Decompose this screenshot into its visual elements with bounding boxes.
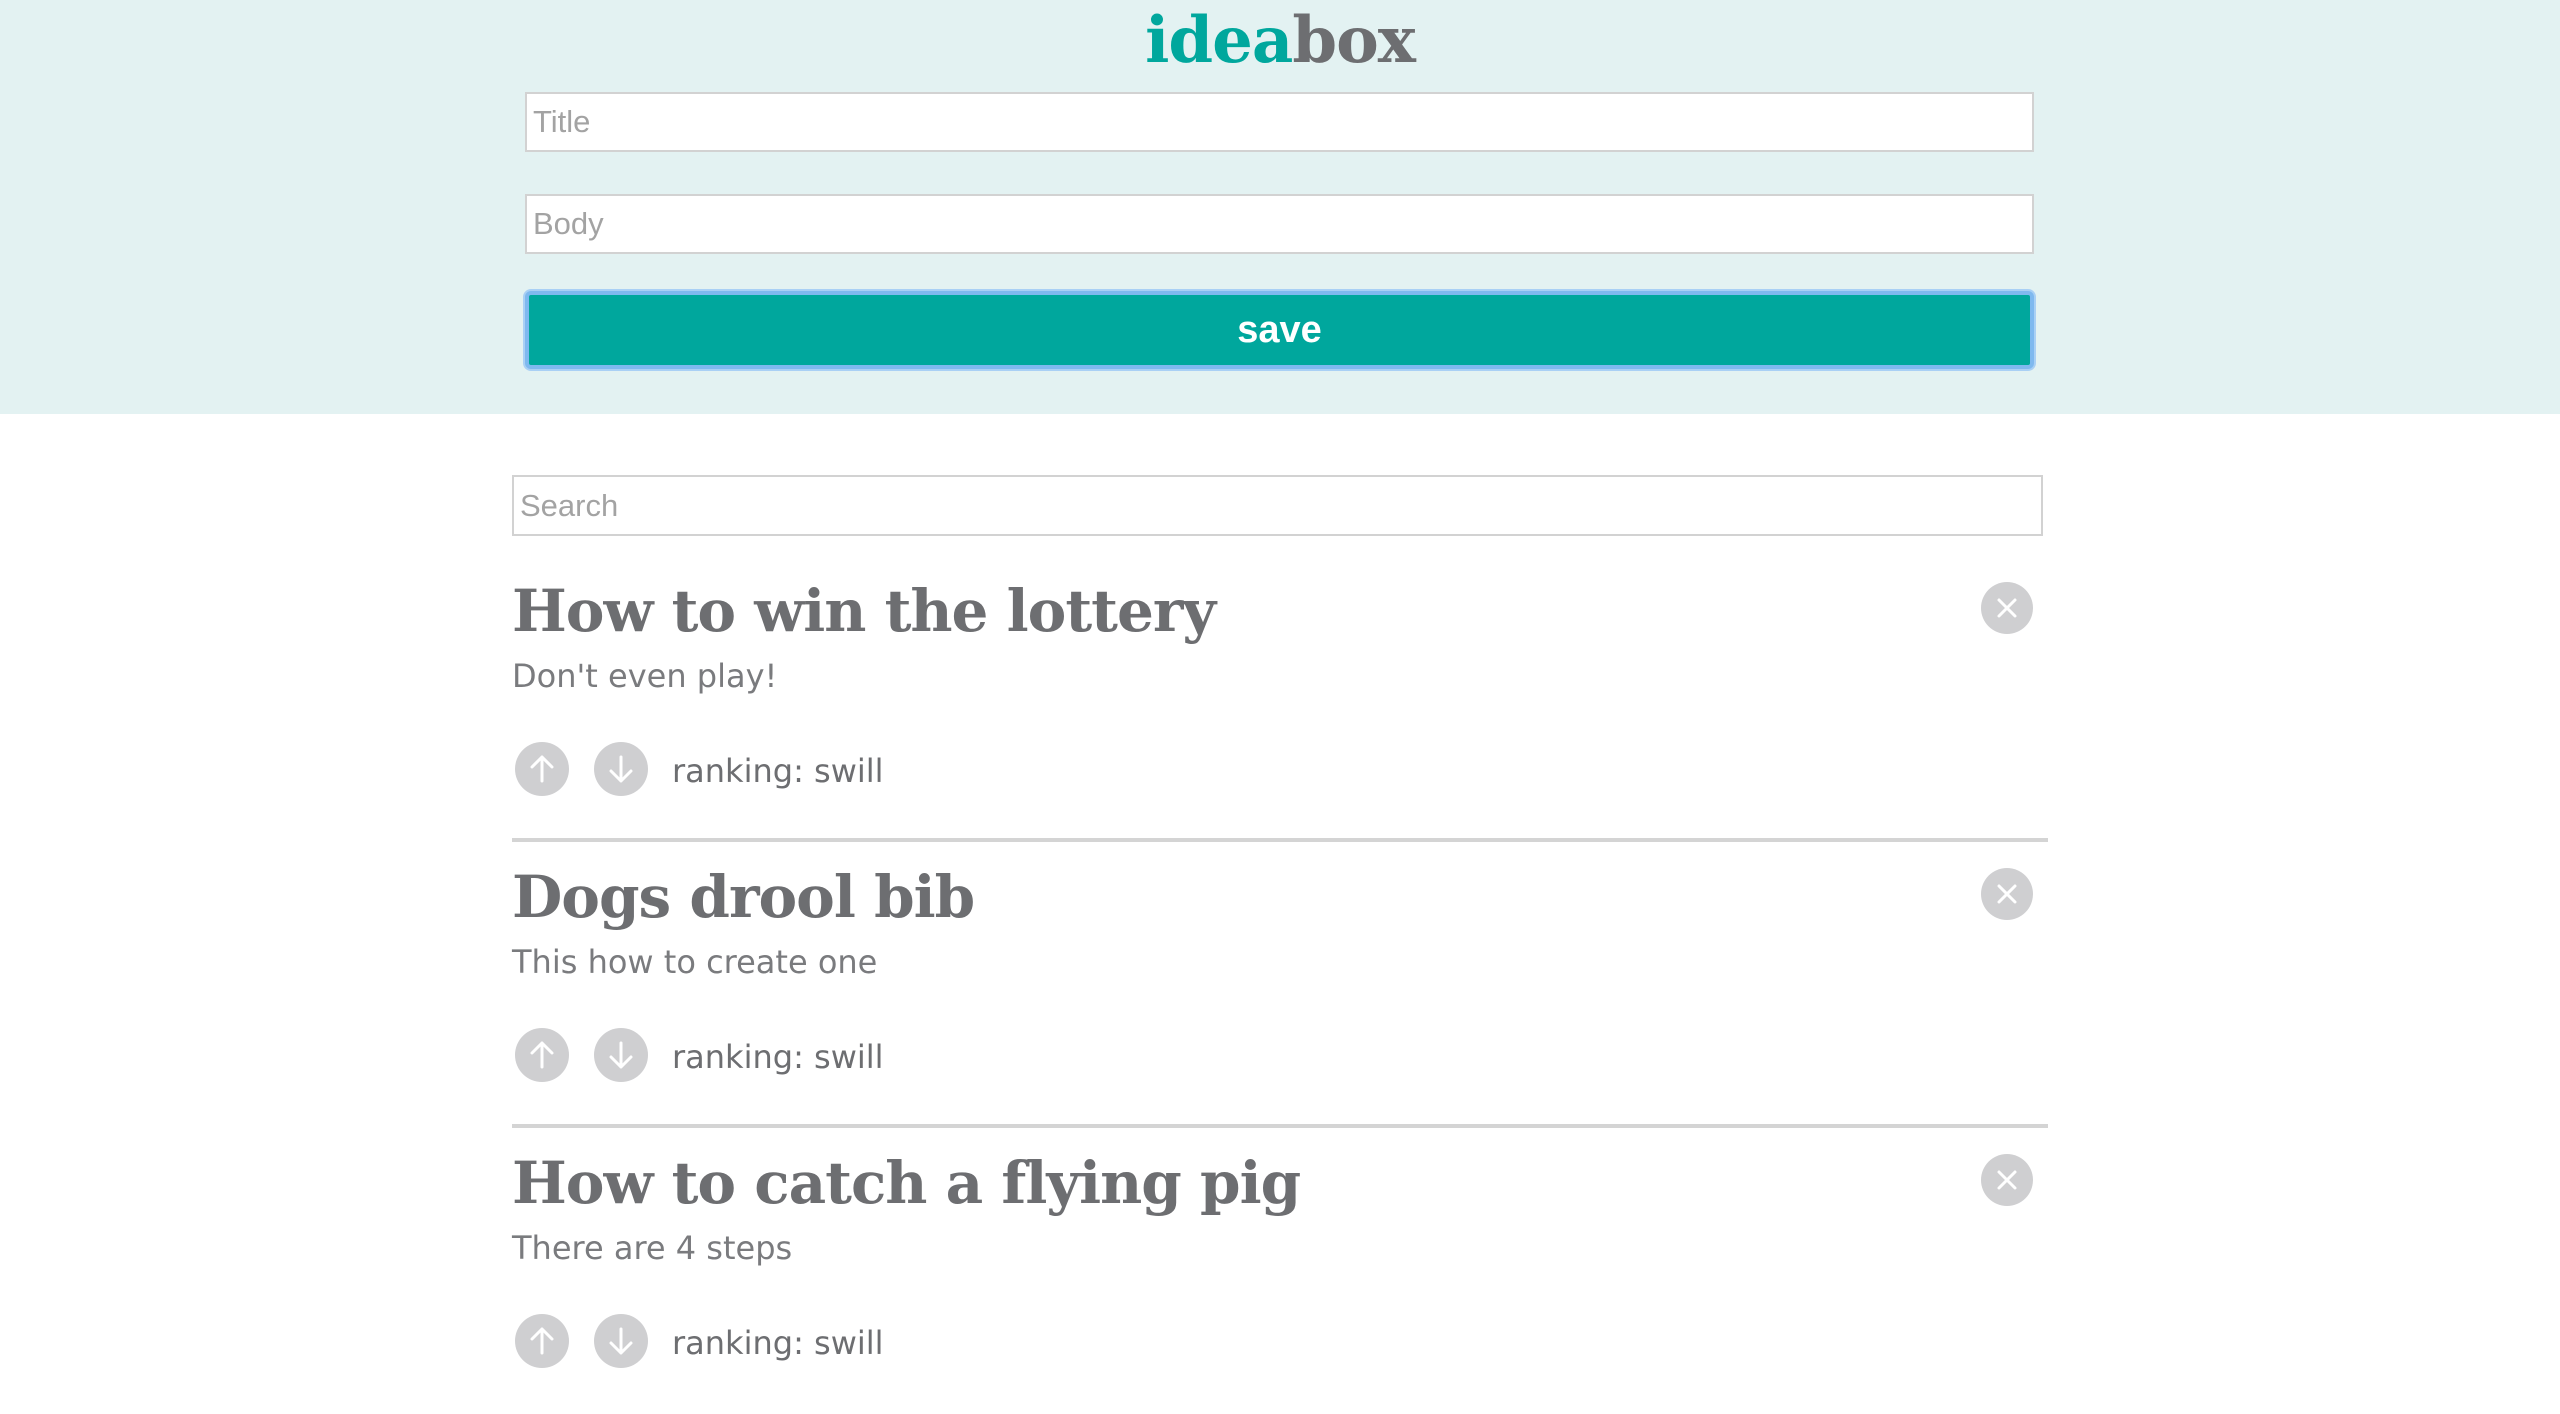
title-input[interactable] — [525, 92, 2034, 152]
idea-card: How to catch a flying pig There are 4 st… — [512, 1128, 2048, 1414]
close-icon — [1997, 598, 2017, 618]
downvote-button[interactable] — [594, 1314, 648, 1368]
arrow-up-icon — [530, 1041, 554, 1069]
ranking-label: ranking: swill — [672, 752, 884, 790]
downvote-button[interactable] — [594, 1028, 648, 1082]
delete-button[interactable] — [1981, 1154, 2033, 1206]
idea-title[interactable]: How to win the lottery — [512, 571, 1216, 651]
arrow-down-icon — [609, 1327, 633, 1355]
arrow-down-icon — [609, 1041, 633, 1069]
idea-title[interactable]: Dogs drool bib — [512, 857, 975, 937]
delete-button[interactable] — [1981, 582, 2033, 634]
downvote-button[interactable] — [594, 742, 648, 796]
idea-body[interactable]: This how to create one — [512, 938, 877, 986]
idea-card: How to win the lottery Don't even play! … — [512, 556, 2048, 842]
idea-body[interactable]: Don't even play! — [512, 652, 777, 700]
idea-card: Dogs drool bib This how to create one ra… — [512, 842, 2048, 1128]
header: ideabox save — [0, 0, 2560, 414]
logo-idea: idea — [1145, 3, 1293, 78]
search-input[interactable] — [512, 475, 2043, 536]
upvote-button[interactable] — [515, 742, 569, 796]
close-icon — [1997, 1170, 2017, 1190]
idea-title[interactable]: How to catch a flying pig — [512, 1143, 1301, 1223]
arrow-up-icon — [530, 1327, 554, 1355]
arrow-up-icon — [530, 755, 554, 783]
ranking-label: ranking: swill — [672, 1324, 884, 1362]
delete-button[interactable] — [1981, 868, 2033, 920]
save-button[interactable]: save — [525, 291, 2034, 369]
idea-body[interactable]: There are 4 steps — [512, 1224, 792, 1272]
ranking-label: ranking: swill — [672, 1038, 884, 1076]
logo: ideabox — [0, 0, 2560, 82]
close-icon — [1997, 884, 2017, 904]
logo-box: box — [1292, 3, 1416, 78]
upvote-button[interactable] — [515, 1028, 569, 1082]
body-input[interactable] — [525, 194, 2034, 254]
arrow-down-icon — [609, 755, 633, 783]
upvote-button[interactable] — [515, 1314, 569, 1368]
